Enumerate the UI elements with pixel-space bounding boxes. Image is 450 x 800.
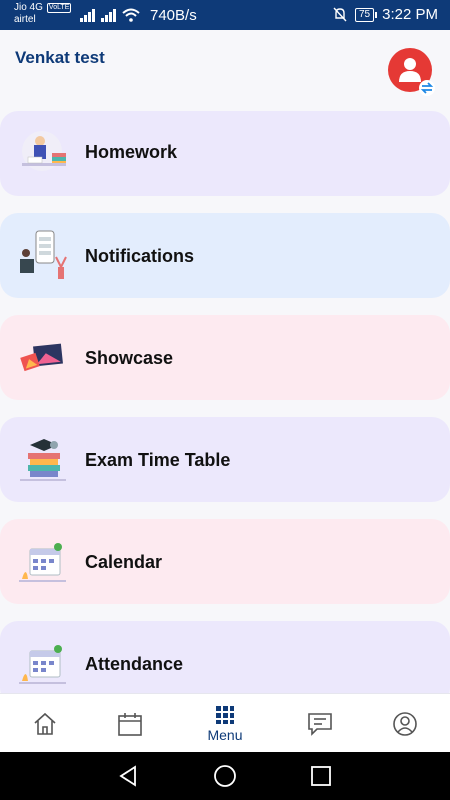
showcase-icon <box>20 343 63 372</box>
nav-menu-label: Menu <box>207 726 243 743</box>
user-icon <box>399 58 421 82</box>
system-nav-bar <box>0 752 450 800</box>
menu-label: Homework <box>85 142 178 162</box>
menu-card-calendar[interactable]: Calendar <box>0 519 450 604</box>
menu-card-showcase[interactable]: Showcase <box>0 315 450 400</box>
back-icon[interactable] <box>116 764 140 788</box>
grid-menu-icon <box>216 705 234 724</box>
nav-calendar[interactable] <box>85 694 175 753</box>
nav-profile[interactable] <box>360 694 450 753</box>
menu-card-exam-time-table[interactable]: Exam Time Table <box>0 417 450 502</box>
signal-2-icon <box>101 9 116 22</box>
exam-time-table-icon <box>20 439 66 481</box>
calendar-icon <box>118 712 142 736</box>
wifi-icon <box>122 8 140 22</box>
notifications-icon <box>20 230 67 279</box>
home-icon <box>34 712 56 735</box>
menu-card-notifications[interactable]: Notifications <box>0 213 450 298</box>
volte-badge: VoLTE <box>46 3 72 13</box>
menu-label: Notifications <box>85 246 195 266</box>
nav-home[interactable] <box>0 694 90 753</box>
menu-label: Exam Time Table <box>85 450 231 470</box>
menu-label: Attendance <box>85 654 184 674</box>
status-bar: Jio 4G VoLTE airtel 740B/s 75 3:22 PM <box>0 0 450 30</box>
carrier-info: Jio 4G VoLTE airtel <box>14 2 72 26</box>
carrier-1: Jio 4G <box>14 2 43 13</box>
homework-icon <box>22 131 66 171</box>
nav-chat[interactable] <box>275 694 365 753</box>
page-title: Venkat test <box>15 48 105 67</box>
battery-icon: 75 <box>355 7 378 22</box>
clock: 3:22 PM <box>382 6 438 23</box>
bottom-nav: Menu <box>0 693 450 752</box>
signal-icons <box>80 8 140 22</box>
menu-label: Calendar <box>85 552 163 572</box>
calendar-illustration-icon <box>19 543 66 582</box>
menu-label: Showcase <box>85 348 174 368</box>
signal-1-icon <box>80 9 95 22</box>
nav-menu[interactable]: Menu <box>180 694 270 753</box>
switch-account-icon[interactable] <box>419 80 435 96</box>
attendance-icon <box>19 645 66 684</box>
carrier-2: airtel <box>14 14 36 25</box>
mute-icon <box>333 7 347 22</box>
menu-card-homework[interactable]: Homework <box>0 111 450 196</box>
profile-icon <box>393 711 417 736</box>
header: Venkat test <box>0 30 450 110</box>
chat-icon <box>308 712 332 736</box>
home-button-icon[interactable] <box>213 764 237 788</box>
network-speed: 740B/s <box>150 7 197 24</box>
recents-icon[interactable] <box>309 764 333 788</box>
